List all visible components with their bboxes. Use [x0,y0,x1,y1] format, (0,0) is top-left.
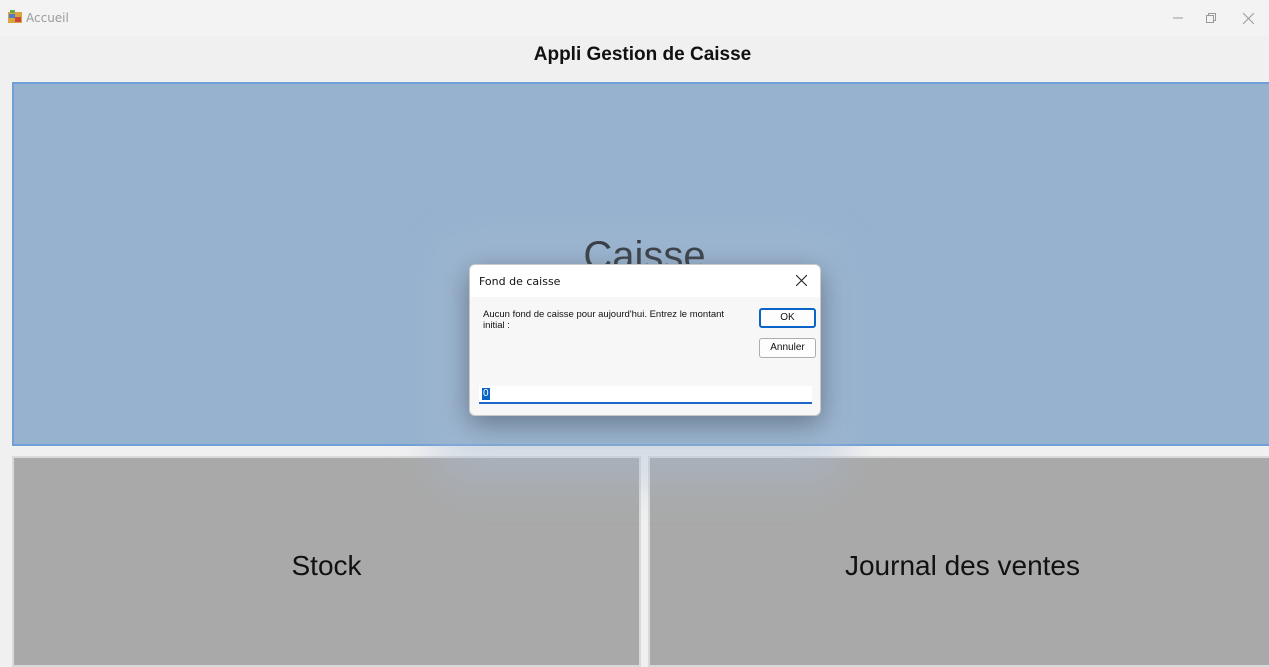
window-title: Accueil [26,11,69,25]
amount-input-value: 0 [482,388,490,400]
dialog-message: Aucun fond de caisse pour aujourd'hui. E… [483,309,725,331]
minimize-icon [1173,17,1183,19]
cancel-button[interactable]: Annuler [759,338,816,358]
app-window-icon [8,10,22,23]
page-title: Appli Gestion de Caisse [533,44,752,65]
stock-button-label: Stock [291,550,362,581]
minimize-button[interactable] [1164,4,1192,32]
dialog-title: Fond de caisse [479,275,561,288]
journal-button-label: Journal des ventes [844,550,1081,581]
dialog-close-button[interactable] [788,269,814,293]
ok-button[interactable]: OK [759,308,816,328]
window-titlebar: Accueil [0,0,1269,36]
fond-de-caisse-dialog: Fond de caisse Aucun fond de caisse pour… [469,264,821,416]
close-icon [795,274,807,287]
amount-input[interactable]: 0 [479,386,812,404]
restore-button[interactable] [1197,4,1225,32]
restore-icon [1206,13,1216,23]
window-close-button[interactable] [1234,4,1262,32]
close-icon [1242,12,1254,25]
dialog-titlebar: Fond de caisse [470,265,820,297]
